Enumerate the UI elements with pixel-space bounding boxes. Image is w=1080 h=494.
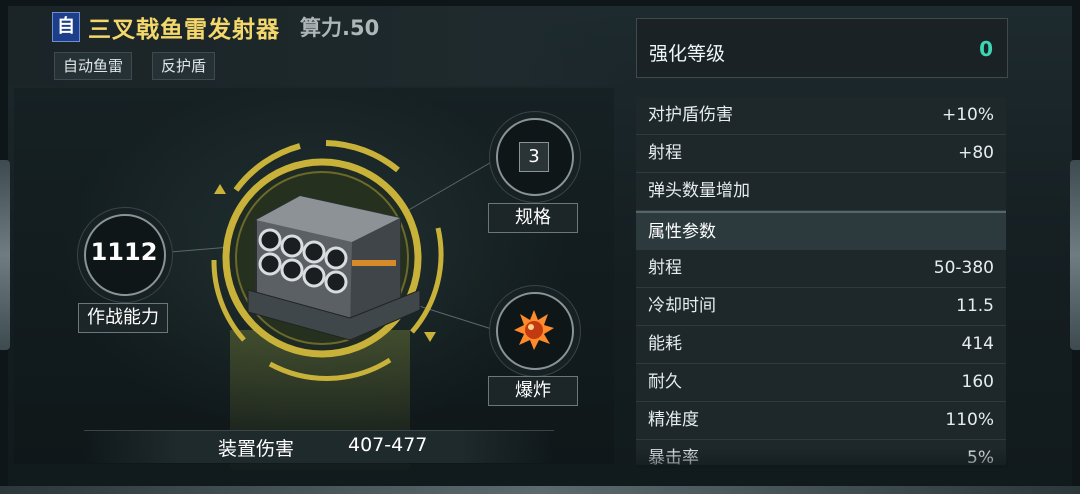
bonus-key: 弹头数量增加 — [648, 181, 750, 201]
spec-label: 规格 — [488, 203, 578, 233]
attribute-value: 414 — [961, 334, 994, 354]
attribute-value: 160 — [961, 372, 994, 392]
bonus-row: 对护盾伤害 +10% — [636, 97, 1006, 135]
stats-panel: 强化等级 0 对护盾伤害 +10% 射程 +80 弹头数量增加 属性参数 射程 … — [636, 0, 1008, 494]
device-damage-bar — [84, 430, 554, 463]
attribute-key: 射程 — [648, 258, 682, 278]
spec-value: 3 — [519, 142, 549, 172]
attribute-key: 能耗 — [648, 334, 682, 354]
bonus-list: 对护盾伤害 +10% 射程 +80 弹头数量增加 — [636, 97, 1006, 211]
attribute-key: 耐久 — [648, 372, 682, 392]
attribute-value: 50-380 — [933, 258, 994, 278]
attribute-key: 精准度 — [648, 410, 699, 430]
attribute-row: 能耗 414 — [636, 326, 1006, 364]
enhance-level-box[interactable]: 强化等级 0 — [636, 18, 1008, 78]
bonus-row: 弹头数量增加 — [636, 173, 1006, 211]
attribute-key: 冷却时间 — [648, 296, 716, 316]
device-damage-value: 407-477 — [348, 434, 428, 456]
device-damage-label: 装置伤害 — [218, 438, 295, 460]
attribute-value: 110% — [945, 410, 994, 430]
damage-type-label: 爆炸 — [488, 376, 578, 406]
list-fade — [636, 448, 1008, 468]
attribute-value: 11.5 — [956, 296, 994, 316]
attribute-row: 耐久 160 — [636, 364, 1006, 402]
stats-scroll-area[interactable]: 对护盾伤害 +10% 射程 +80 弹头数量增加 属性参数 射程 50-380 … — [636, 97, 1006, 465]
attribute-list: 射程 50-380 冷却时间 11.5 能耗 414 耐久 160 精准度 11… — [636, 250, 1006, 465]
explosion-icon — [514, 310, 554, 350]
combat-power-label: 作战能力 — [78, 303, 168, 333]
attribute-row: 冷却时间 11.5 — [636, 288, 1006, 326]
enhance-level-value: 0 — [979, 37, 993, 61]
bonus-value: +80 — [958, 143, 994, 163]
attribute-row: 射程 50-380 — [636, 250, 1006, 288]
bonus-value: +10% — [941, 105, 994, 125]
bonus-key: 对护盾伤害 — [648, 105, 733, 125]
bonus-key: 射程 — [648, 143, 682, 163]
torpedo-launcher-illustration — [247, 194, 421, 341]
attributes-section-title: 属性参数 — [648, 222, 716, 242]
combat-power-value: 1112 — [90, 238, 158, 266]
bonus-row: 射程 +80 — [636, 135, 1006, 173]
attribute-row: 精准度 110% — [636, 402, 1006, 440]
enhance-level-label: 强化等级 — [649, 43, 726, 65]
attributes-section-header: 属性参数 — [636, 211, 1006, 251]
